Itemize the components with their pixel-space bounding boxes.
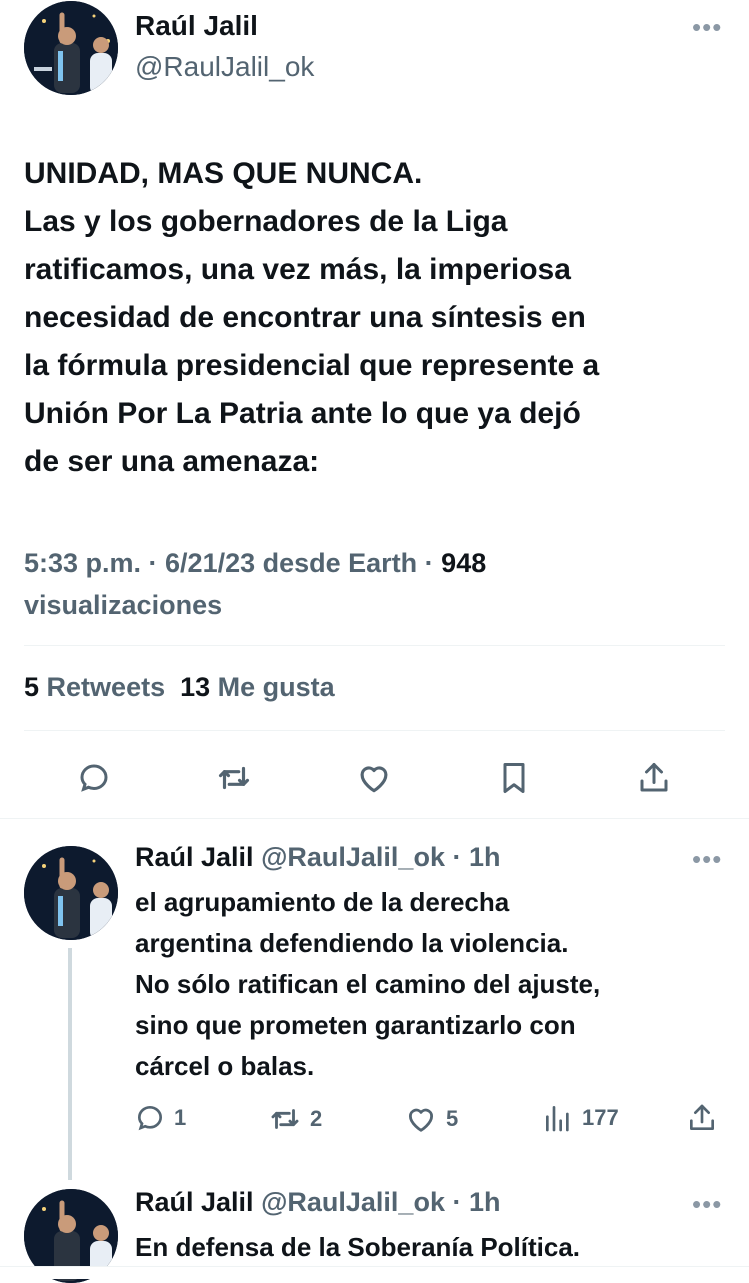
likes-count: 13 [180,672,211,702]
likes-label: Me gusta [217,672,335,702]
reply-icon[interactable] [72,756,116,800]
reply-header: Raúl Jalil @RaulJalil_ok · 1h [135,1187,500,1218]
reply-button[interactable]: 1 [134,1102,186,1134]
divider [0,818,749,819]
author-handle[interactable]: @RaulJalil_ok [135,51,314,83]
reply-author-name[interactable]: Raúl Jalil [135,1187,254,1217]
share-button[interactable] [686,1102,718,1134]
retweets-label: Retweets [46,672,166,702]
likes-link[interactable]: 13 Me gusta [180,672,335,702]
reply-handle-time[interactable]: @RaulJalil_ok · 1h [261,842,500,872]
reply-header: Raúl Jalil @RaulJalil_ok · 1h [135,842,500,873]
views-icon [546,1106,569,1132]
views-label: visualizaciones [24,590,223,620]
tweet-timestamp[interactable]: 5:33 p.m. · 6/21/23 desde Earth · [24,548,441,578]
view-count: 177 [582,1105,619,1130]
like-icon[interactable] [352,756,396,800]
retweets-count: 5 [24,672,40,702]
retweet-count: 2 [310,1106,323,1131]
like-icon [408,1108,434,1132]
more-dots-icon[interactable]: ••• [692,1191,722,1217]
bookmark-icon[interactable] [492,756,536,800]
reply-author-name[interactable]: Raúl Jalil [135,842,254,872]
share-icon[interactable] [632,756,676,800]
divider [24,730,725,731]
views-button[interactable]: 177 [542,1102,619,1134]
more-dots-icon[interactable]: ••• [692,846,722,872]
reply-icon [137,1105,163,1131]
avatar[interactable] [24,846,118,940]
like-button[interactable]: 5 [404,1102,458,1136]
thread-line [68,948,72,1180]
retweet-button[interactable]: 2 [268,1102,322,1136]
retweets-link[interactable]: 5 Retweets [24,672,165,702]
share-icon [690,1104,714,1130]
tweet-meta: 5:33 p.m. · 6/21/23 desde Earth · 948 vi… [24,542,584,626]
reply-text: En defensa de la Soberanía Política. [135,1232,581,1262]
retweet-icon [271,1109,299,1129]
views-count: 948 [441,548,487,578]
reply-handle-time[interactable]: @RaulJalil_ok · 1h [261,1187,500,1217]
reply-count: 1 [174,1105,187,1130]
divider [24,645,725,646]
more-dots-icon[interactable]: ••• [692,14,722,40]
engagement-stats: 5 Retweets 13 Me gusta [24,672,335,703]
retweet-icon[interactable] [212,756,256,800]
reply-text: el agrupamiento de la derecha argentina … [135,887,601,1081]
author-name[interactable]: Raúl Jalil [135,10,258,42]
avatar[interactable] [24,1,118,95]
tweet-text: UNIDAD, MAS QUE NUNCA. Las y los goberna… [24,157,600,478]
like-count: 5 [446,1106,459,1131]
bottom-bar [0,1266,749,1279]
